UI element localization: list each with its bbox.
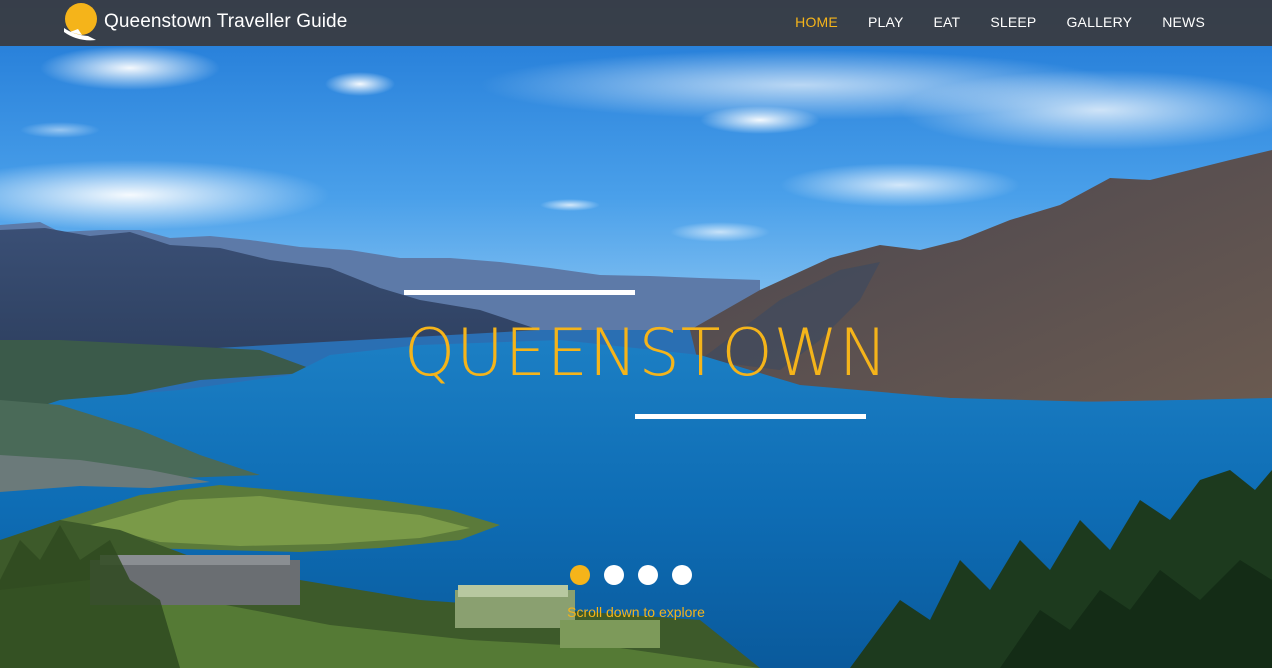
top-navbar: Queenstown Traveller Guide HOME PLAY EAT…	[0, 0, 1272, 46]
carousel-dot-1[interactable]	[570, 565, 590, 585]
carousel-indicators	[570, 565, 706, 585]
nav-sleep[interactable]: SLEEP	[975, 0, 1051, 44]
carousel-dot-2[interactable]	[604, 565, 624, 585]
nav-eat[interactable]: EAT	[919, 0, 976, 44]
carousel-dot-3[interactable]	[638, 565, 658, 585]
nav-play[interactable]: PLAY	[853, 0, 919, 44]
sun-logo-icon	[64, 3, 97, 41]
nav-gallery[interactable]: GALLERY	[1051, 0, 1147, 44]
brand-name: Queenstown Traveller Guide	[104, 11, 348, 32]
nav-news[interactable]: NEWS	[1147, 0, 1220, 44]
main-nav: HOME PLAY EAT SLEEP GALLERY NEWS	[780, 0, 1220, 44]
brand-link[interactable]: Queenstown Traveller Guide	[60, 2, 347, 42]
nav-home[interactable]: HOME	[780, 0, 853, 44]
carousel-dot-4[interactable]	[672, 565, 692, 585]
scroll-explore-text[interactable]: Scroll down to explore	[0, 604, 1272, 620]
